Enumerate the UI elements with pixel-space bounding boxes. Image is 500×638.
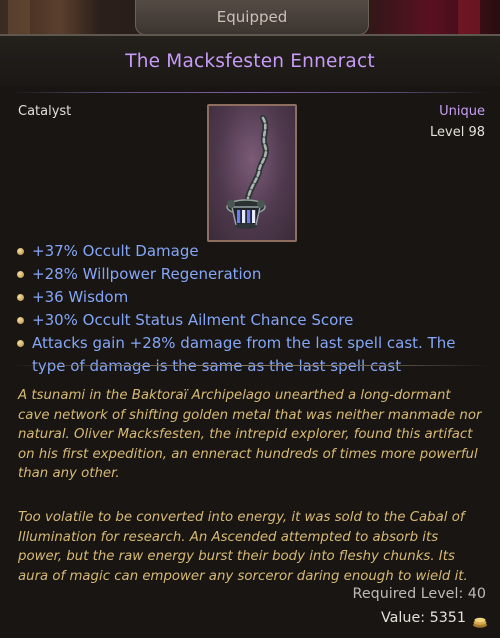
background-banner (458, 0, 480, 36)
modifier-line: +36 Wisdom (14, 286, 492, 309)
modifier-text: +37% Occult Damage (32, 242, 199, 260)
required-level: Required Level: 40 (352, 586, 486, 602)
description-divider (10, 365, 490, 366)
flavor-text: Too volatile to be converted into energy… (18, 510, 468, 584)
modifier-text: +36 Wisdom (32, 288, 129, 306)
bullet-icon (17, 294, 24, 301)
modifier-line: +30% Occult Status Ailment Chance Score (14, 309, 492, 332)
bullet-icon (17, 317, 24, 324)
equipped-tab[interactable]: Equipped (135, 0, 369, 35)
bullet-icon (17, 248, 24, 255)
modifier-text: +28% Willpower Regeneration (32, 265, 262, 283)
item-value: Value: 5351 (380, 610, 466, 626)
title-divider (10, 92, 490, 93)
catalyst-enneract-icon (207, 104, 297, 242)
item-modifiers: +37% Occult Damage +28% Willpower Regene… (14, 240, 492, 378)
equipped-tab-label: Equipped (216, 8, 288, 26)
gold-coins-icon (472, 613, 488, 628)
modifier-line: +28% Willpower Regeneration (14, 263, 492, 286)
flavor-text: A tsunami in the Baktoraï Archipelago un… (18, 388, 482, 481)
bullet-icon (17, 340, 24, 347)
item-type: Catalyst (18, 104, 72, 119)
item-tooltip: The Macksfesten Enneract Catalyst Unique… (0, 34, 500, 638)
background-post (8, 0, 30, 36)
modifier-text: +30% Occult Status Ailment Chance Score (32, 311, 354, 329)
item-title-bar: The Macksfesten Enneract (0, 36, 500, 86)
item-name: The Macksfesten Enneract (125, 50, 375, 72)
modifier-line: +37% Occult Damage (14, 240, 492, 263)
bullet-icon (17, 271, 24, 278)
item-level: Level 98 (430, 125, 485, 140)
modifier-text: Attacks gain +28% damage from the last s… (32, 334, 456, 375)
modifier-line: Attacks gain +28% damage from the last s… (14, 332, 492, 378)
item-rarity: Unique (439, 104, 485, 119)
